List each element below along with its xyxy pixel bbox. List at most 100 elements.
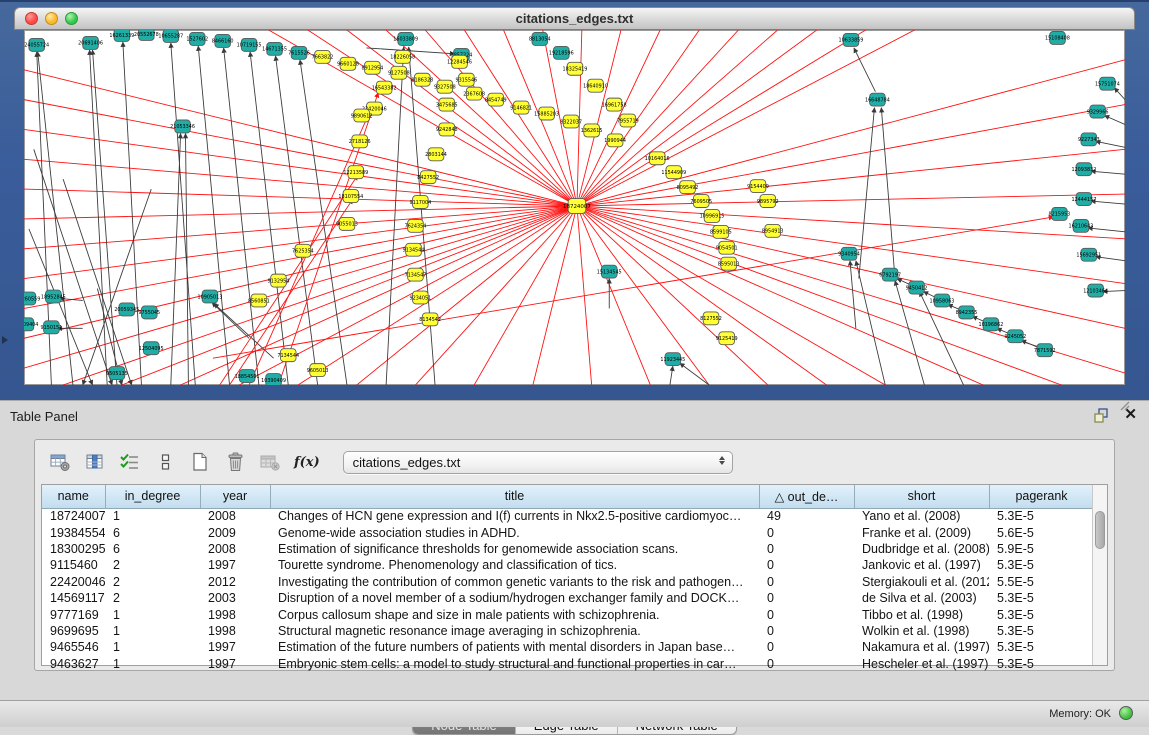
column-header-short[interactable]: short	[854, 485, 989, 508]
table-row[interactable]: 1872400712008Changes of HCN gene express…	[42, 508, 1094, 524]
table-cell[interactable]: 1997	[200, 639, 270, 655]
table-cell[interactable]: Embryonic stem cells: a model to study s…	[270, 656, 759, 672]
table-cell[interactable]: 5.3E-5	[989, 639, 1094, 655]
table-row[interactable]: 977716911998Corpus callosum shape and si…	[42, 606, 1094, 622]
float-panel-icon[interactable]	[1094, 408, 1110, 423]
table-cell[interactable]: 5.3E-5	[989, 508, 1094, 524]
table-cell[interactable]: 18724007	[42, 508, 105, 524]
table-cell[interactable]: 1998	[200, 606, 270, 622]
table-cell[interactable]: 6	[105, 541, 200, 557]
table-cell[interactable]: 1	[105, 508, 200, 524]
column-header-out_de[interactable]: △ out_de…	[759, 485, 854, 508]
table-cell[interactable]: Tourette syndrome. Phenomenology and cla…	[270, 557, 759, 573]
table-cell[interactable]: 0	[759, 623, 854, 639]
show-column-icon[interactable]	[82, 450, 108, 474]
table-cell[interactable]: 0	[759, 639, 854, 655]
table-cell[interactable]: 2012	[200, 574, 270, 590]
table-cell[interactable]: 2	[105, 557, 200, 573]
table-cell[interactable]: 5.9E-5	[989, 541, 1094, 557]
table-cell[interactable]: Structural magnetic resonance image aver…	[270, 623, 759, 639]
select-rows-icon[interactable]	[117, 450, 143, 474]
table-cell[interactable]: 9463627	[42, 656, 105, 672]
table-cell[interactable]: Genome-wide association studies in ADHD.	[270, 524, 759, 540]
table-cell[interactable]: 1	[105, 656, 200, 672]
table-cell[interactable]: 9699695	[42, 623, 105, 639]
table-cell[interactable]: 2008	[200, 508, 270, 524]
table-cell[interactable]: 0	[759, 606, 854, 622]
table-cell[interactable]: Yano et al. (2008)	[854, 508, 989, 524]
table-cell[interactable]: 5.3E-5	[989, 656, 1094, 672]
column-header-name[interactable]: name	[42, 485, 105, 508]
table-cell[interactable]: 2009	[200, 524, 270, 540]
table-cell[interactable]: 0	[759, 557, 854, 573]
table-cell[interactable]: 2	[105, 574, 200, 590]
table-cell[interactable]: 5.3E-5	[989, 623, 1094, 639]
table-cell[interactable]: Jankovic et al. (1997)	[854, 557, 989, 573]
table-cell[interactable]: 2	[105, 590, 200, 606]
table-cell[interactable]: Changes of HCN gene expression and I(f) …	[270, 508, 759, 524]
table-cell[interactable]: Wolkin et al. (1998)	[854, 623, 989, 639]
table-row[interactable]: 946362711997Embryonic stem cells: a mode…	[42, 656, 1094, 672]
table-cell[interactable]: 1	[105, 606, 200, 622]
table-cell[interactable]: 0	[759, 656, 854, 672]
delete-trash-icon[interactable]	[222, 450, 248, 474]
column-header-in_degree[interactable]: in_degree	[105, 485, 200, 508]
table-cell[interactable]: Corpus callosum shape and size in male p…	[270, 606, 759, 622]
table-cell[interactable]: de Silva et al. (2003)	[854, 590, 989, 606]
table-row[interactable]: 2242004622012Investigating the contribut…	[42, 574, 1094, 590]
table-cell[interactable]: 5.3E-5	[989, 606, 1094, 622]
table-row[interactable]: 911546021997Tourette syndrome. Phenomeno…	[42, 557, 1094, 573]
table-cell[interactable]: Investigating the contribution of common…	[270, 574, 759, 590]
table-cell[interactable]: 2008	[200, 541, 270, 557]
table-cell[interactable]: Stergiakouli et al. (2012)	[854, 574, 989, 590]
table-row[interactable]: 1938455462009Genome-wide association stu…	[42, 524, 1094, 540]
table-cell[interactable]: 5.3E-5	[989, 557, 1094, 573]
table-cell[interactable]: 1997	[200, 557, 270, 573]
memory-indicator-icon[interactable]	[1119, 706, 1133, 720]
table-cell[interactable]: Disruption of a novel member of a sodium…	[270, 590, 759, 606]
column-header-pagerank[interactable]: pagerank	[989, 485, 1094, 508]
row-height-icon[interactable]	[152, 450, 178, 474]
scrollbar-thumb[interactable]	[1095, 511, 1105, 549]
table-cell[interactable]: 6	[105, 524, 200, 540]
table-cell[interactable]: 5.6E-5	[989, 524, 1094, 540]
network-canvas[interactable]: 2405572420691406162613392055267810655287…	[24, 30, 1125, 385]
table-cell[interactable]: Estimation of significance thresholds fo…	[270, 541, 759, 557]
table-row[interactable]: 946554611997Estimation of the future num…	[42, 639, 1094, 655]
new-document-icon[interactable]	[187, 450, 213, 474]
table-row[interactable]: 1456911722003Disruption of a novel membe…	[42, 590, 1094, 606]
table-cell[interactable]: 0	[759, 541, 854, 557]
table-cell[interactable]: 5.5E-5	[989, 574, 1094, 590]
table-cell[interactable]: 19384554	[42, 524, 105, 540]
function-builder-icon[interactable]: f(x)	[294, 455, 320, 470]
table-cell[interactable]: 0	[759, 590, 854, 606]
table-cell[interactable]: Dudbridge et al. (2008)	[854, 541, 989, 557]
frame-collapse-arrow[interactable]	[2, 336, 8, 344]
table-cell[interactable]: 0	[759, 574, 854, 590]
table-cell[interactable]: 5.3E-5	[989, 590, 1094, 606]
column-header-title[interactable]: title	[270, 485, 759, 508]
table-cell[interactable]: 18300295	[42, 541, 105, 557]
column-header-year[interactable]: year	[200, 485, 270, 508]
close-panel-icon[interactable]: ✕	[1124, 407, 1137, 423]
network-select-dropdown[interactable]: citations_edges.txt	[343, 451, 733, 474]
table-cell[interactable]: 49	[759, 508, 854, 524]
table-cell[interactable]: Estimation of the future numbers of pati…	[270, 639, 759, 655]
table-cell[interactable]: Franke et al. (2009)	[854, 524, 989, 540]
table-cell[interactable]: 9777169	[42, 606, 105, 622]
table-cell[interactable]: 9465546	[42, 639, 105, 655]
table-settings-icon[interactable]	[47, 450, 73, 474]
window-titlebar[interactable]: citations_edges.txt	[14, 7, 1135, 30]
table-cell[interactable]: Tibbo et al. (1998)	[854, 606, 989, 622]
table-cell[interactable]: 1	[105, 639, 200, 655]
table-row[interactable]: 1830029562008Estimation of significance …	[42, 541, 1094, 557]
table-cell[interactable]: 0	[759, 524, 854, 540]
table-cell[interactable]: 22420046	[42, 574, 105, 590]
table-cell[interactable]: 1998	[200, 623, 270, 639]
table-cell[interactable]: 1997	[200, 656, 270, 672]
table-cell[interactable]: 2003	[200, 590, 270, 606]
table-cell[interactable]: 9115460	[42, 557, 105, 573]
table-scrollbar[interactable]	[1092, 485, 1107, 665]
table-row[interactable]: 969969511998Structural magnetic resonanc…	[42, 623, 1094, 639]
table-cell[interactable]: 14569117	[42, 590, 105, 606]
